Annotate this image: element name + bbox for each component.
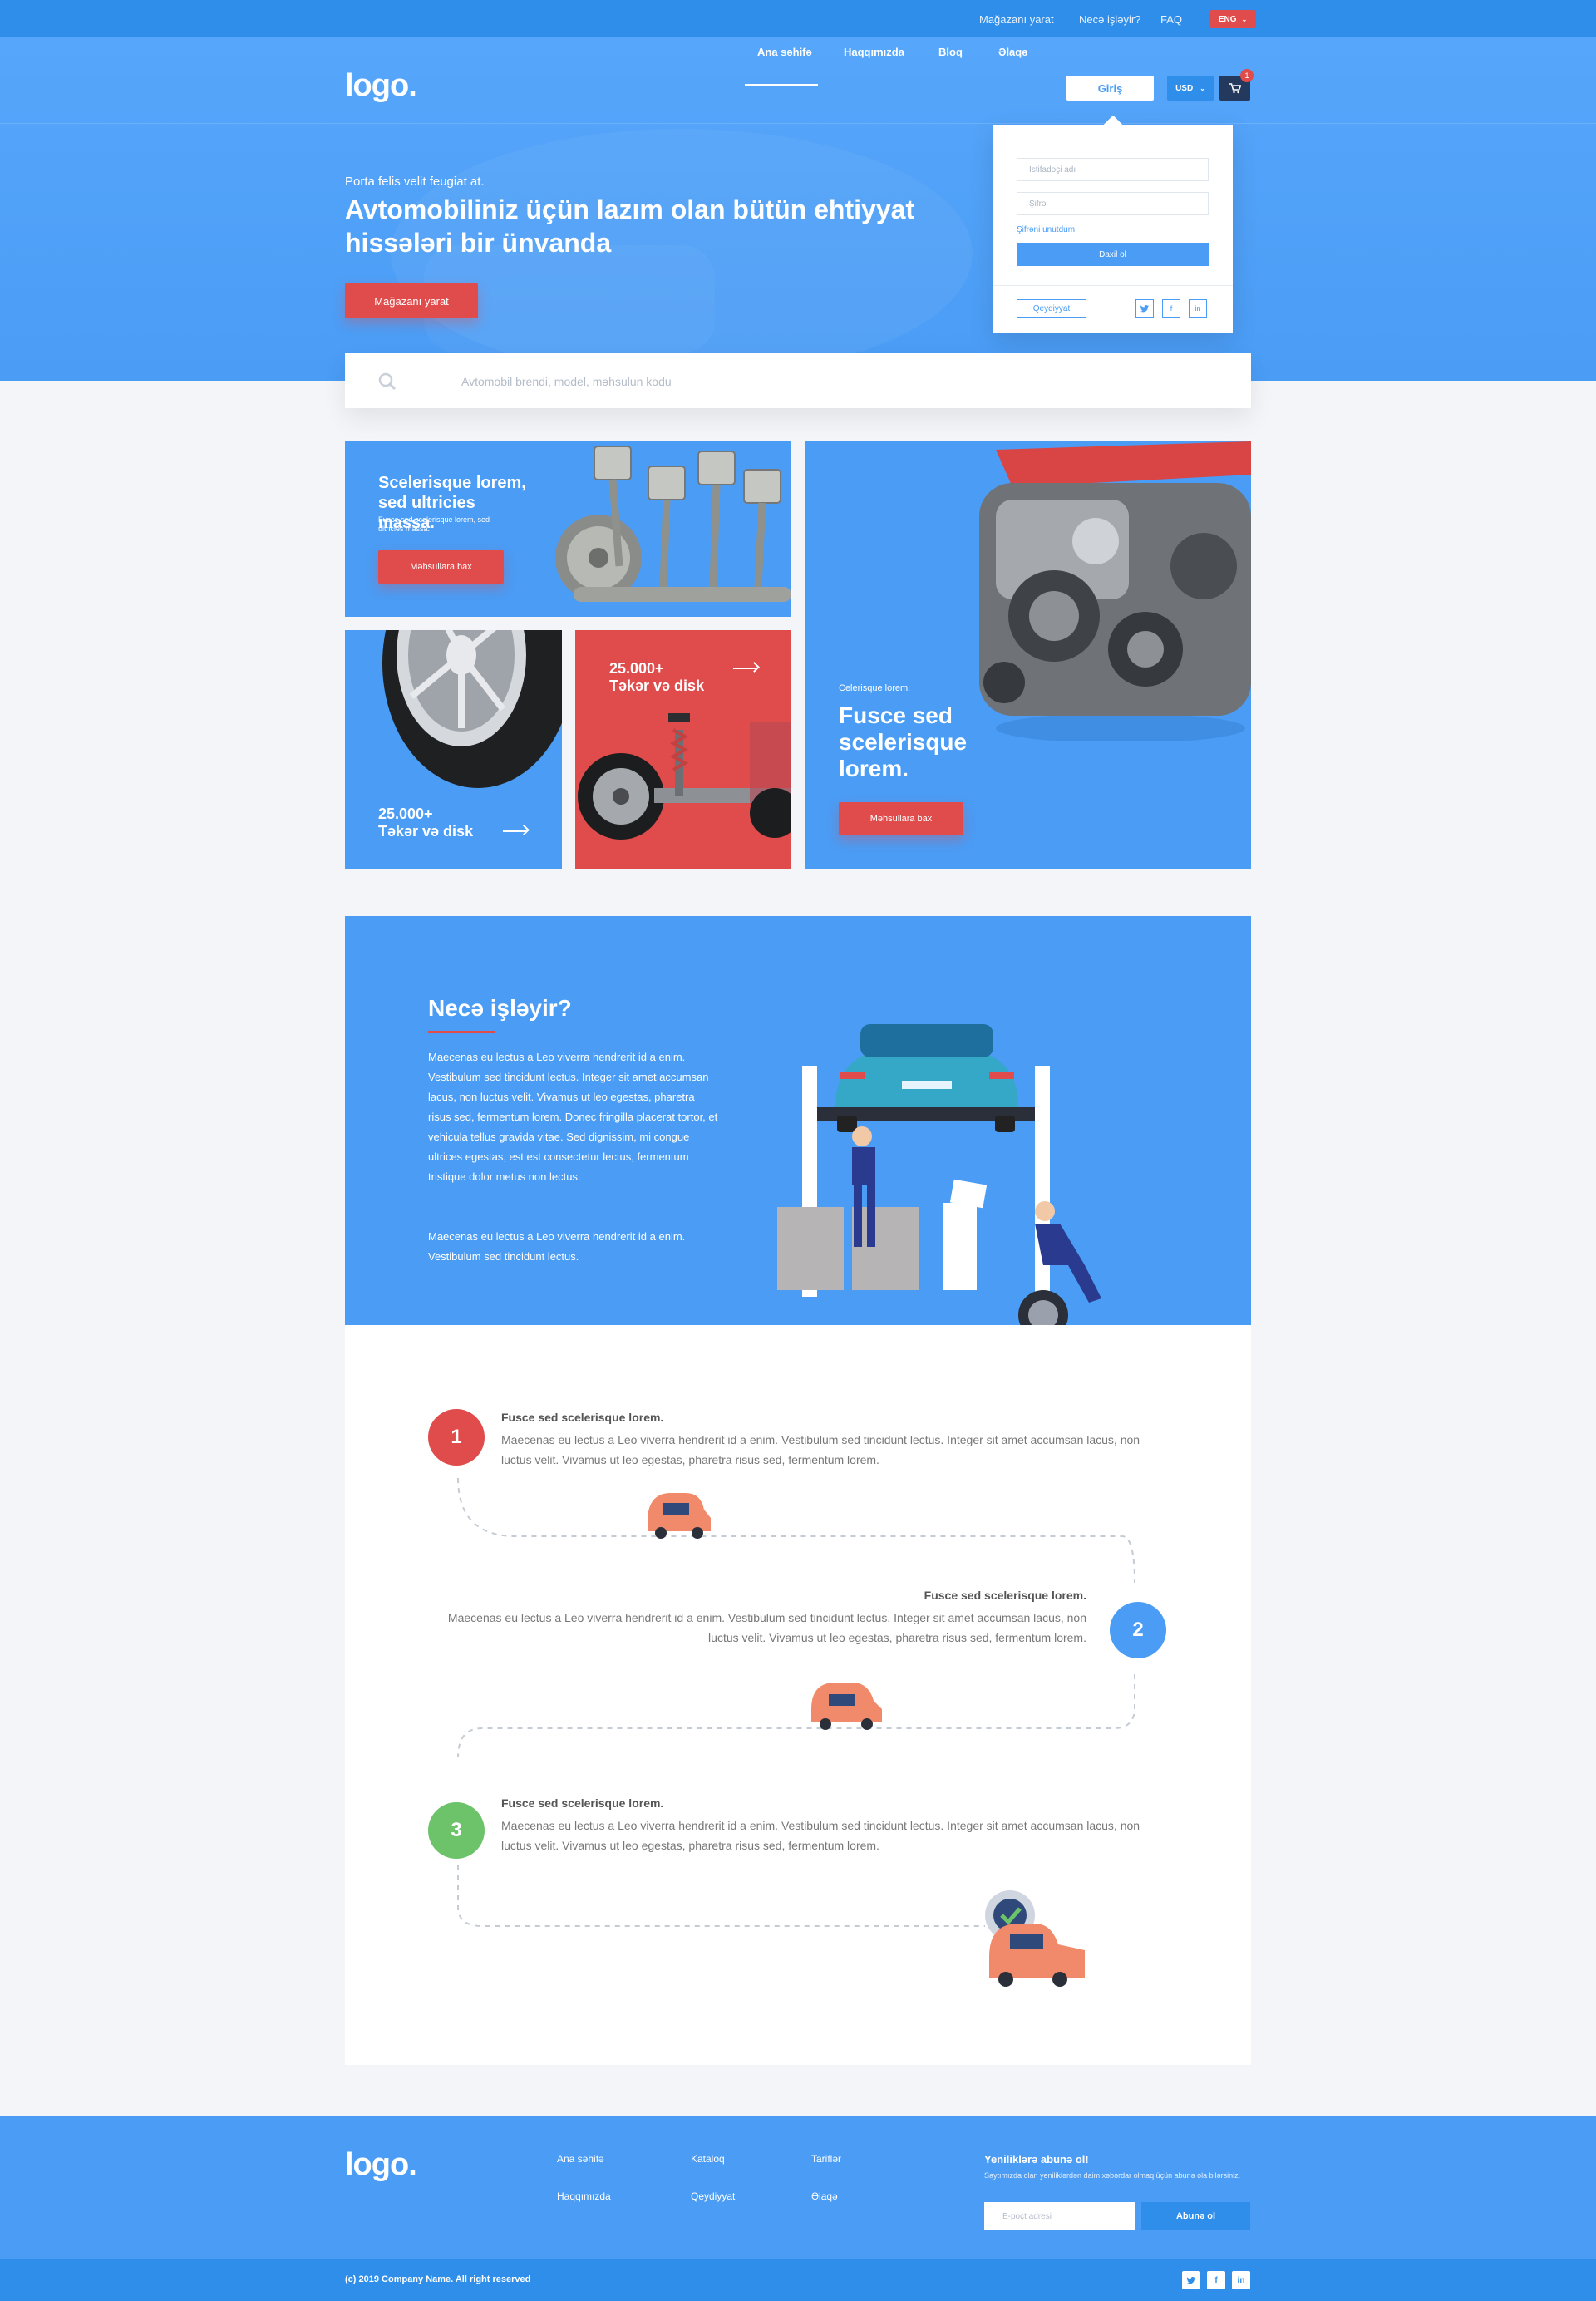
footer-logo[interactable]: logo. (345, 2147, 417, 2183)
mechanic-illustration (777, 1024, 1101, 1340)
subscribe-button[interactable]: Abunə ol (1141, 2202, 1250, 2230)
search-bar[interactable]: Avtomobil brendi, model, məhsulun kodu (345, 353, 1251, 408)
username-input[interactable]: İstifadəçi adı (1017, 158, 1209, 181)
footer: logo. Ana səhifə Kataloq Tariflər Haqqım… (0, 2116, 1596, 2259)
nav-item-home[interactable]: Ana səhifə (757, 46, 812, 58)
engine-illustration (979, 441, 1251, 741)
step-title-2: Fusce sed scelerisque lorem. (924, 1589, 1086, 1602)
promo-card-engine[interactable]: Celerisque lorem. Fusce sed scelerisque … (805, 441, 1251, 869)
chevron-down-icon: ⌄ (1199, 84, 1205, 92)
step-text-2: Maecenas eu lectus a Leo viverra hendrer… (447, 1611, 1086, 1644)
search-input[interactable]: Avtomobil brendi, model, məhsulun kodu (461, 375, 672, 388)
how-paragraph: Maecenas eu lectus a Leo viverra hendrer… (428, 1051, 718, 1183)
cart-icon (1229, 82, 1241, 93)
nav-item-about[interactable]: Haqqımızda (844, 46, 904, 58)
footer-link-tariffs[interactable]: Tariflər (811, 2153, 841, 2165)
step-text-3: Maecenas eu lectus a Leo viverra hendrer… (501, 1819, 1140, 1852)
footer-link-register[interactable]: Qeydiyyat (691, 2190, 735, 2202)
hero-title: Avtomobiliniz üçün lazım olan bütün ehti… (345, 195, 915, 258)
facebook-icon[interactable]: f (1162, 299, 1180, 318)
step-number-1: 1 (428, 1409, 485, 1466)
login-submit-button[interactable]: Daxil ol (1017, 243, 1209, 266)
topbar-create-store-link[interactable]: Mağazanı yarat (979, 13, 1054, 26)
footer-link-home[interactable]: Ana səhifə (557, 2153, 604, 2165)
car-icon (811, 1683, 882, 1730)
twitter-icon[interactable] (1182, 2271, 1200, 2289)
linkedin-icon[interactable]: in (1189, 299, 1207, 318)
promo-suspension-label: Təkər və disk (609, 677, 705, 694)
footer-bottom-bar: (c) 2019 Company Name. All right reserve… (0, 2259, 1596, 2301)
footer-link-catalog[interactable]: Kataloq (691, 2153, 725, 2165)
promo-card-wheels[interactable]: 25.000+ Təkər və disk (345, 630, 562, 869)
currency-select[interactable]: USD ⌄ (1167, 76, 1214, 101)
promo-card-pistons[interactable]: Scelerisque lorem, sed ultricies massa. … (345, 441, 791, 617)
promo-suspension-count: 25.000+ (609, 660, 664, 677)
language-label: ENG (1218, 14, 1237, 24)
step-text-1: Maecenas eu lectus a Leo viverra hendrer… (501, 1433, 1140, 1466)
chevron-down-icon: ⌄ (1241, 15, 1248, 23)
how-paragraph: Maecenas eu lectus a Leo viverra hendrer… (428, 1230, 686, 1263)
login-button[interactable]: Giriş (1066, 76, 1154, 101)
steps-section: 1 Fusce sed scelerisque lorem. Maecenas … (345, 1325, 1251, 2065)
register-button[interactable]: Qeydiyyat (1017, 299, 1086, 318)
topbar-faq-link[interactable]: FAQ (1160, 13, 1182, 26)
arrow-head (519, 825, 530, 835)
nav-item-blog[interactable]: Bloq (938, 46, 963, 58)
logo[interactable]: logo. (345, 68, 417, 104)
currency-label: USD (1175, 83, 1194, 93)
footer-link-about[interactable]: Haqqımızda (557, 2190, 611, 2202)
newsletter-text: Saytımızda olan yeniliklərdən daim xəbər… (984, 2171, 1241, 2180)
car-icon (985, 1890, 1085, 1987)
promo-engine-small: Celerisque lorem. (839, 683, 911, 693)
how-it-works-section: Necə işləyir? Maecenas eu lectus a Leo v… (345, 916, 1251, 1340)
login-dropdown: İstifadəçi adı Şifrə Şifrəni unutdum Dax… (993, 115, 1233, 333)
language-select[interactable]: ENG ⌄ (1209, 10, 1256, 28)
cart-count-badge: 1 (1240, 69, 1254, 82)
how-title-underline (428, 1031, 495, 1033)
nav-active-indicator (745, 84, 818, 86)
twitter-icon[interactable] (1135, 299, 1154, 318)
step-number-3: 3 (428, 1802, 485, 1859)
pistons-illustration (555, 446, 791, 602)
promo-wheels-label: Təkər və disk (378, 823, 474, 840)
hero-subtitle: Porta felis velit feugiat at. (345, 175, 485, 189)
forgot-password-link[interactable]: Şifrəni unutdum (1017, 225, 1075, 234)
promo-card-suspension[interactable]: 25.000+ Təkər və disk (575, 630, 791, 869)
promo-engine-button[interactable]: Məhsullara bax (839, 802, 963, 835)
nav-item-contact[interactable]: Əlaqə (998, 46, 1027, 58)
search-icon (378, 372, 397, 391)
promo-engine-title: Fusce sed scelerisque lorem. (839, 702, 968, 781)
newsletter-title: Yeniliklərə abunə ol! (984, 2153, 1089, 2166)
suspension-illustration (578, 713, 791, 840)
newsletter-email-input[interactable]: E-poçt adresi (984, 2202, 1135, 2230)
top-bar: Mağazanı yarat Necə işləyir? FAQ ENG ⌄ (0, 0, 1596, 37)
wheel-illustration (382, 630, 562, 788)
header-divider (0, 123, 1596, 124)
hero-create-store-button[interactable]: Mağazanı yarat (345, 283, 478, 318)
copyright: (c) 2019 Company Name. All right reserve… (345, 2274, 531, 2284)
footer-link-contact[interactable]: Əlaqə (811, 2190, 838, 2202)
how-title: Necə işləyir? (428, 995, 572, 1021)
promo-card-subtitle: Fusce sed scelerisque lorem, sed ultrici… (378, 515, 490, 533)
facebook-icon[interactable]: f (1207, 2271, 1225, 2289)
car-icon (648, 1493, 711, 1539)
arrow-head (749, 662, 760, 673)
promo-wheels-count: 25.000+ (378, 806, 433, 822)
topbar-how-link[interactable]: Necə işləyir? (1079, 13, 1140, 26)
linkedin-icon[interactable]: in (1232, 2271, 1250, 2289)
step-title-1: Fusce sed scelerisque lorem. (501, 1411, 664, 1424)
password-input[interactable]: Şifrə (1017, 192, 1209, 215)
promo-products-button[interactable]: Məhsullara bax (378, 550, 504, 584)
dropdown-divider (993, 285, 1233, 286)
step-title-3: Fusce sed scelerisque lorem. (501, 1796, 664, 1810)
step-number-2: 2 (1110, 1602, 1166, 1658)
